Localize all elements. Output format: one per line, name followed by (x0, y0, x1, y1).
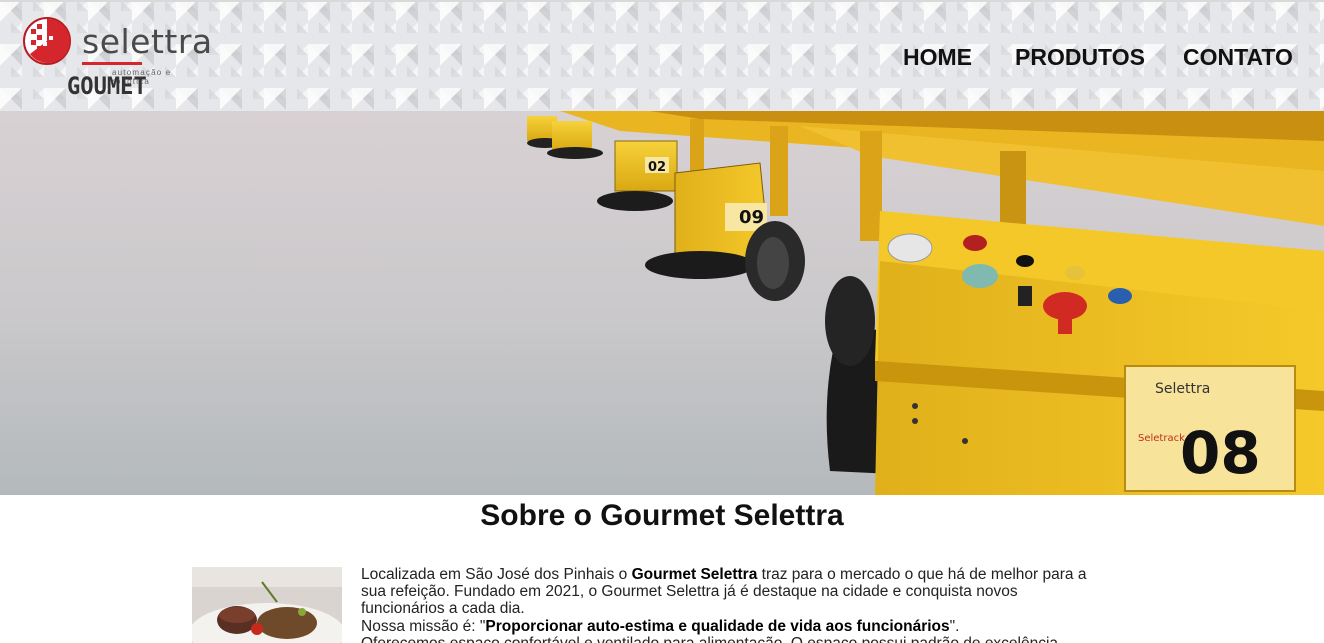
robot-brand-label: Selettra (1155, 381, 1210, 397)
robot-number-08: 08 (1180, 419, 1261, 487)
site-header: selettra automação e robótica GOUMET HOM… (0, 0, 1324, 111)
food-photo (192, 567, 342, 643)
brand-logo[interactable]: selettra automação e robótica GOUMET (20, 12, 213, 102)
nav-home[interactable]: HOME (903, 44, 972, 71)
robot-number-09: 09 (739, 207, 764, 228)
hero-robots-illustration: 02 09 Selettra Seletrack 08 (0, 111, 1324, 495)
logo-underline (82, 62, 142, 65)
nav-produtos[interactable]: PRODUTOS (1015, 44, 1145, 71)
header-top-border (0, 0, 1324, 2)
robot-number-02: 02 (648, 160, 666, 175)
about-title: Sobre o Gourmet Selettra (480, 499, 844, 532)
hero-banner: 02 09 Selettra Seletrack 08 (0, 111, 1324, 495)
about-paragraph-1: Localizada em São José dos Pinhais o Gou… (361, 566, 1087, 618)
about-paragraph-mission: Nossa missão é: "Proporcionar auto-estim… (361, 617, 960, 635)
robot-track-label: Seletrack (1138, 433, 1185, 444)
nav-contato[interactable]: CONTATO (1183, 44, 1293, 71)
about-description: Localizada em São José dos Pinhais o Gou… (361, 566, 1093, 643)
selettra-logo-icon (23, 17, 71, 65)
about-paragraph-3: Oferecemos espaço confortável e ventilad… (361, 635, 1093, 643)
logo-brand-name: selettra (82, 22, 213, 61)
logo-sub-brand: GOUMET (67, 72, 147, 100)
